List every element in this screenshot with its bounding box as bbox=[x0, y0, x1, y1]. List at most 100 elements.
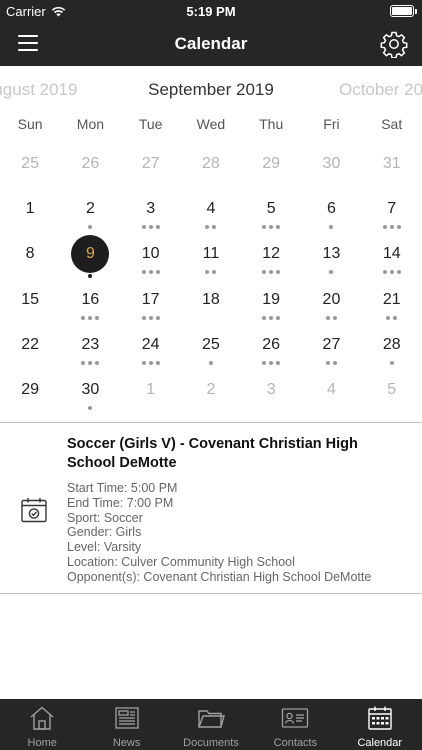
calendar-week-row: 1 234567 bbox=[0, 195, 422, 240]
day-number: 29 bbox=[262, 155, 281, 172]
calendar-day[interactable]: 2 bbox=[181, 376, 241, 421]
tab-home[interactable]: Home bbox=[0, 699, 84, 750]
event-dot bbox=[148, 360, 153, 365]
calendar-day[interactable]: 25 bbox=[0, 150, 60, 195]
calendar-day[interactable]: 4 bbox=[301, 376, 361, 421]
calendar-day[interactable]: 19 bbox=[241, 286, 301, 331]
day-number: 1 bbox=[146, 380, 156, 398]
day-number: 22 bbox=[21, 335, 40, 353]
calendar-day[interactable]: 27 bbox=[121, 150, 181, 195]
calendar-day[interactable]: 24 bbox=[121, 331, 181, 376]
calendar-day[interactable]: 6 bbox=[301, 195, 361, 240]
calendar-day[interactable]: 14 bbox=[362, 240, 422, 285]
tab-calendar[interactable]: Calendar bbox=[338, 699, 422, 750]
event-indicator-dots bbox=[301, 225, 361, 230]
gear-icon[interactable] bbox=[380, 30, 408, 58]
month-selector[interactable]: August 2019 September 2019 October 2019 bbox=[0, 78, 422, 102]
calendar-day[interactable]: 31 bbox=[362, 150, 422, 195]
event-dot bbox=[155, 225, 160, 230]
calendar-day[interactable]: 30 bbox=[301, 150, 361, 195]
folder-icon bbox=[198, 710, 225, 728]
event-item[interactable]: Soccer (Girls V) - Covenant Christian Hi… bbox=[0, 423, 422, 593]
calendar-day[interactable]: 25 bbox=[181, 331, 241, 376]
event-dot bbox=[148, 270, 153, 275]
calendar-day[interactable]: 16 bbox=[60, 286, 120, 331]
event-dot bbox=[382, 270, 387, 275]
calendar-day[interactable]: 1 bbox=[121, 376, 181, 421]
calendar-day[interactable]: 3 bbox=[121, 195, 181, 240]
event-dot bbox=[95, 360, 100, 365]
event-dot bbox=[269, 315, 274, 320]
event-dot bbox=[88, 225, 93, 230]
calendar-day[interactable]: 11 bbox=[181, 240, 241, 285]
calendar-day[interactable]: 13 bbox=[301, 240, 361, 285]
event-dot bbox=[262, 315, 267, 320]
next-month-label[interactable]: October 2019 bbox=[339, 80, 422, 100]
day-number: 18 bbox=[202, 290, 220, 308]
calendar-week-row: 8 9 10 11 12 13 14 bbox=[0, 235, 422, 285]
calendar-day[interactable]: 8 bbox=[0, 240, 60, 285]
calendar-day[interactable]: 22 bbox=[0, 331, 60, 376]
calendar-day[interactable]: 20 bbox=[301, 286, 361, 331]
event-title: Soccer (Girls V) - Covenant Christian Hi… bbox=[67, 436, 358, 471]
event-indicator-dots bbox=[60, 225, 120, 230]
calendar-day[interactable]: 15 bbox=[0, 286, 60, 331]
tab-label: Documents bbox=[183, 737, 239, 749]
event-indicator-dots bbox=[362, 270, 422, 275]
calendar-day[interactable]: 1 bbox=[0, 195, 60, 240]
event-dot bbox=[141, 360, 146, 365]
calendar-day[interactable]: 4 bbox=[181, 195, 241, 240]
event-dot bbox=[276, 315, 281, 320]
calendar-day[interactable]: 29 bbox=[0, 376, 60, 421]
calendar-check-icon bbox=[21, 498, 47, 523]
calendar-day[interactable]: 29 bbox=[241, 150, 301, 195]
calendar-day[interactable]: 12 bbox=[241, 240, 301, 285]
event-indicator-dots bbox=[121, 360, 181, 365]
event-indicator-dots bbox=[362, 360, 422, 365]
calendar-day[interactable]: 5 bbox=[241, 195, 301, 240]
tab-news[interactable]: News bbox=[84, 699, 168, 750]
calendar-day[interactable]: 27 bbox=[301, 331, 361, 376]
event-dot bbox=[212, 225, 217, 230]
tab-bar: Home News Documents Contacts Calendar bbox=[0, 699, 422, 750]
calendar-day[interactable]: 10 bbox=[121, 240, 181, 285]
calendar-day[interactable]: 28 bbox=[181, 150, 241, 195]
calendar-day[interactable]: 28 bbox=[362, 331, 422, 376]
day-number: 29 bbox=[21, 380, 40, 398]
calendar-day[interactable]: 5 bbox=[362, 376, 422, 421]
calendar-day[interactable]: 21 bbox=[362, 286, 422, 331]
calendar-day[interactable]: 23 bbox=[60, 331, 120, 376]
event-dot bbox=[262, 225, 267, 230]
contact-card-icon bbox=[282, 708, 309, 728]
calendar-day-selected[interactable]: 9 bbox=[60, 235, 120, 285]
event-sport: Sport: Soccer bbox=[67, 510, 143, 525]
tab-contacts[interactable]: Contacts bbox=[253, 699, 337, 750]
event-dot bbox=[205, 225, 210, 230]
calendar-day[interactable]: 3 bbox=[241, 376, 301, 421]
calendar-day[interactable]: 26 bbox=[60, 150, 120, 195]
event-dot bbox=[88, 405, 93, 410]
home-icon bbox=[30, 706, 54, 730]
news-icon bbox=[114, 707, 139, 729]
event-indicator-dots bbox=[241, 270, 301, 275]
calendar-day[interactable]: 18 bbox=[181, 286, 241, 331]
calendar-day[interactable]: 30 bbox=[60, 376, 120, 421]
calendar-day[interactable]: 26 bbox=[241, 331, 301, 376]
event-dot bbox=[88, 315, 93, 320]
event-indicator-dots bbox=[301, 315, 361, 320]
event-indicator-dots bbox=[121, 225, 181, 230]
event-dot bbox=[396, 270, 401, 275]
calendar-grid: 25 26 27 28 29 30 31 1 2 3 4 5 6 7 8 9 10 11 12 13 14 15 16 17 1… bbox=[0, 150, 422, 421]
calendar-day[interactable]: 2 bbox=[60, 195, 120, 240]
calendar-day[interactable]: 7 bbox=[362, 195, 422, 240]
event-dot bbox=[81, 315, 86, 320]
event-indicator-dots bbox=[362, 225, 422, 230]
event-dot bbox=[276, 360, 281, 365]
calendar-day[interactable]: 17 bbox=[121, 286, 181, 331]
event-dot bbox=[269, 270, 274, 275]
event-indicator-dots bbox=[301, 360, 361, 365]
event-dot bbox=[155, 270, 160, 275]
day-number: 3 bbox=[266, 380, 276, 398]
tab-documents[interactable]: Documents bbox=[169, 699, 253, 750]
navigation-bar: Calendar bbox=[0, 22, 422, 66]
